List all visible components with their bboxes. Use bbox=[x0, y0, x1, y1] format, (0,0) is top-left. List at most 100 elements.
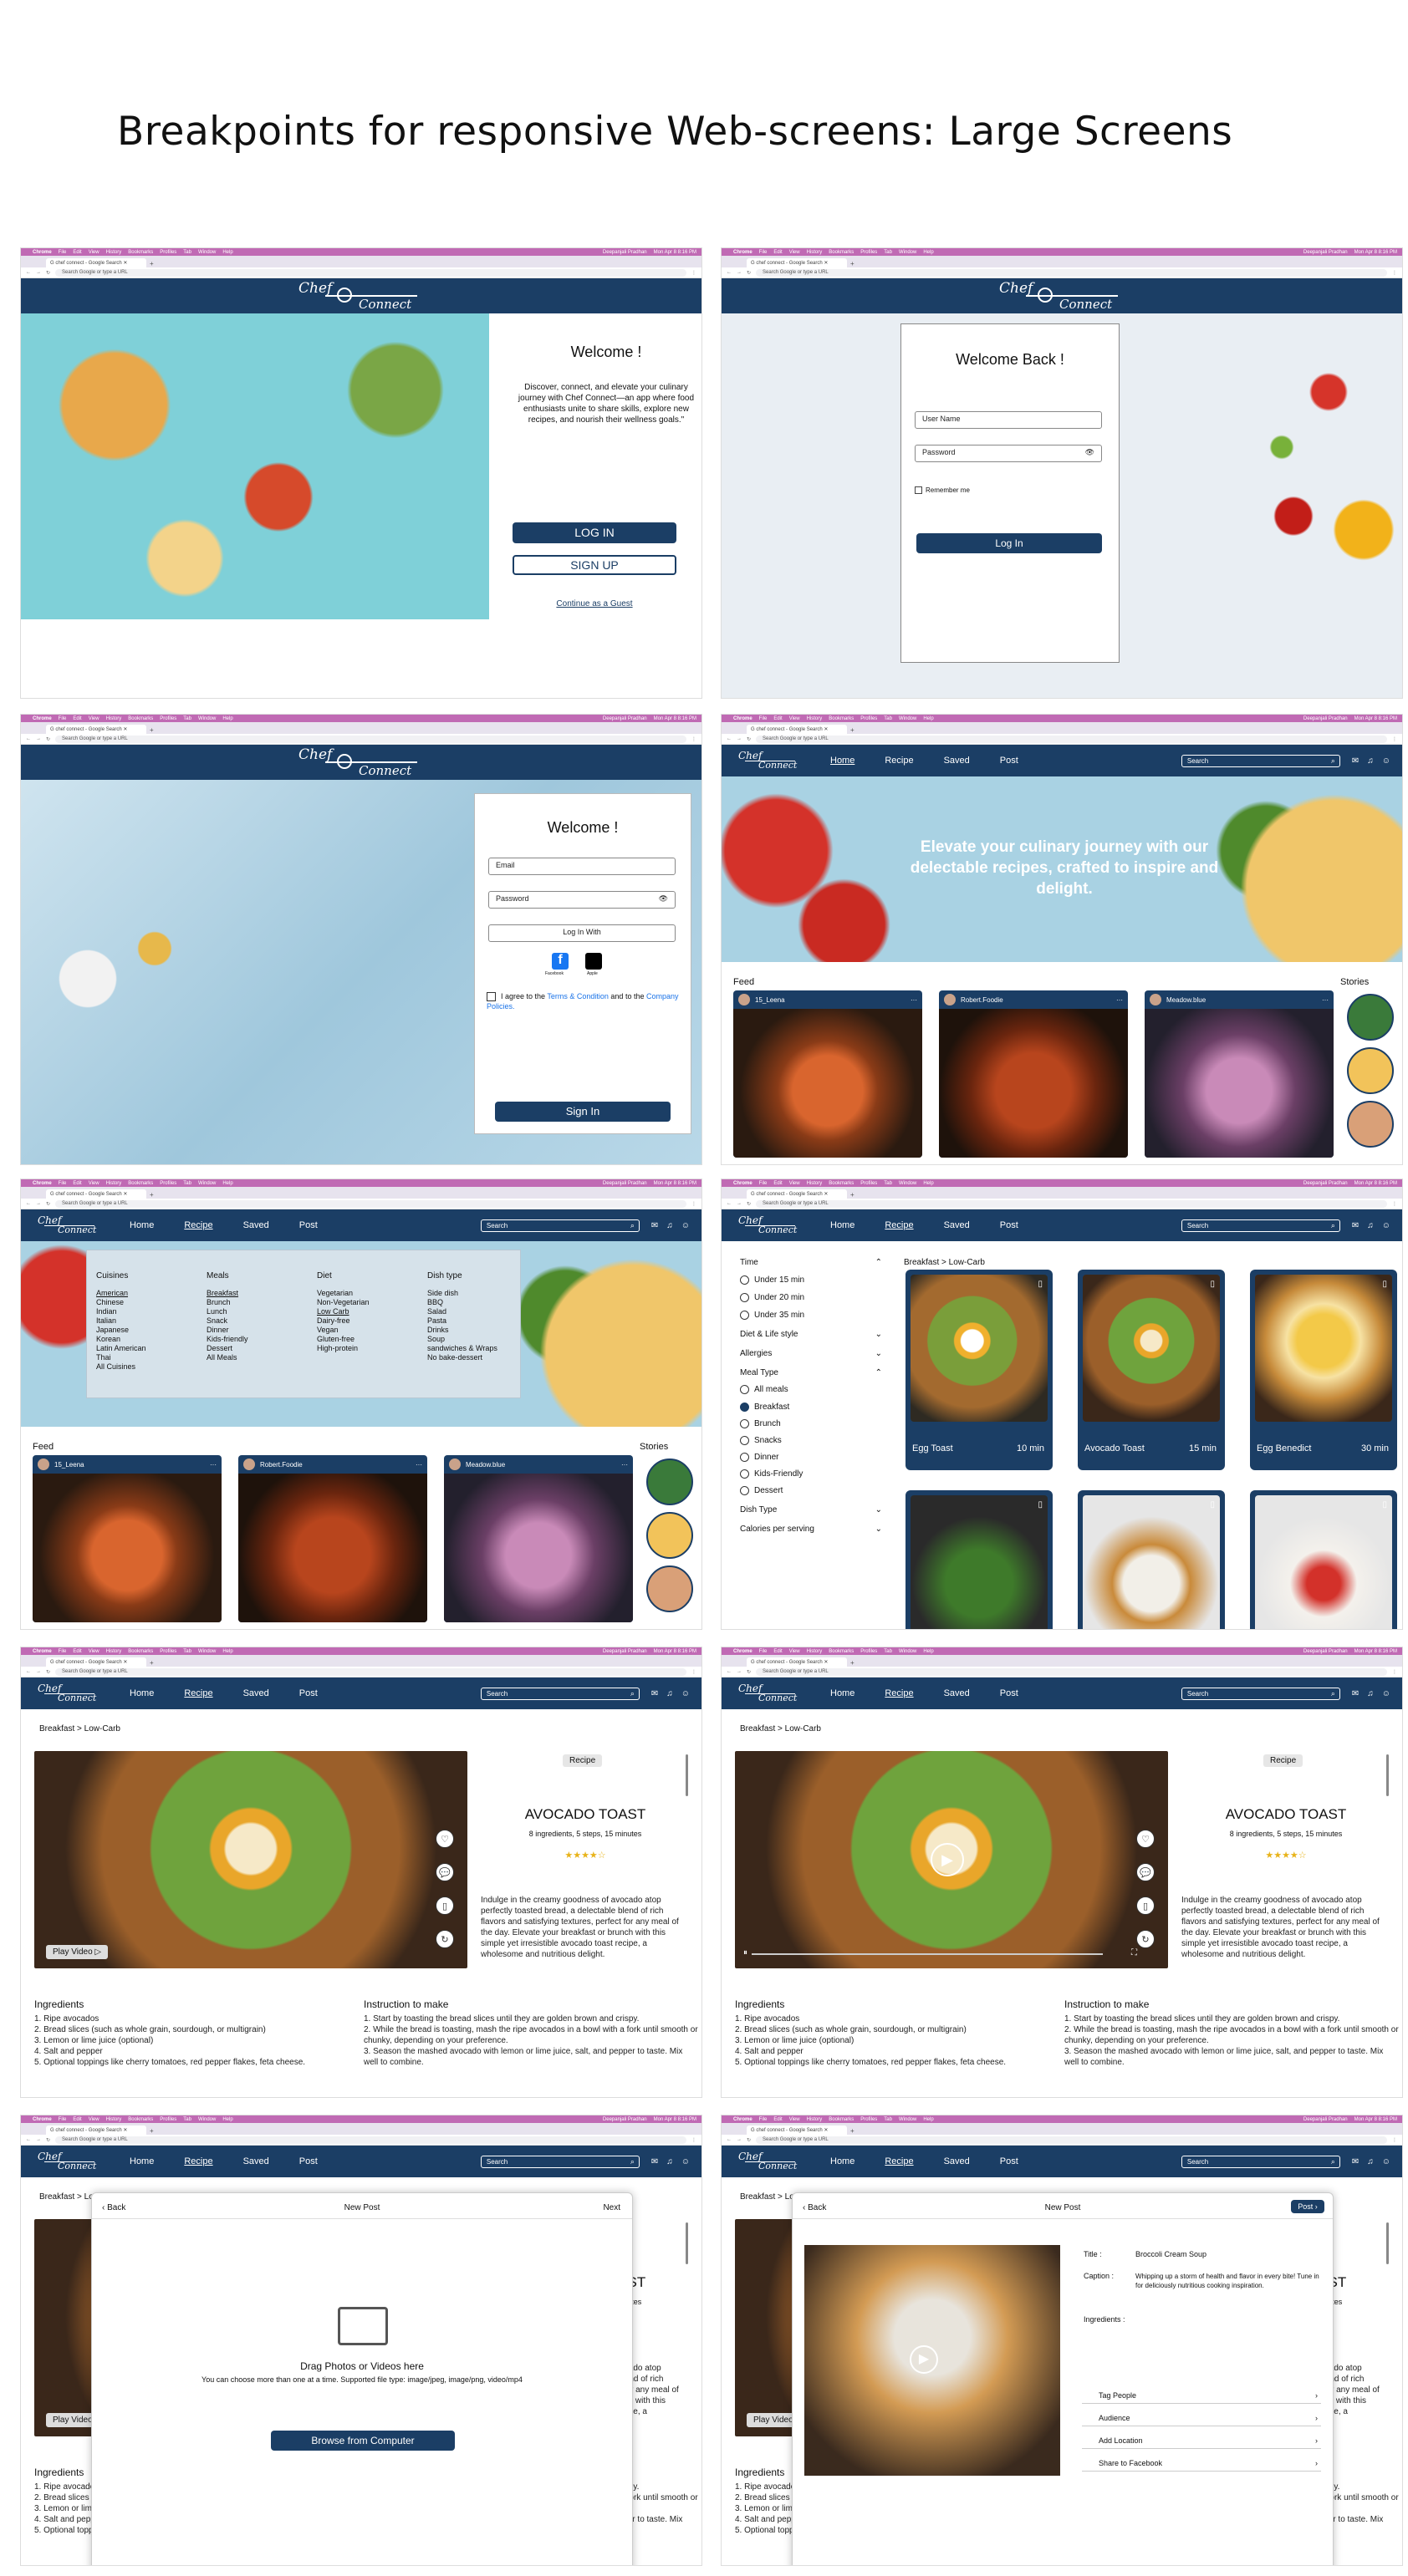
browser-tab[interactable]: G chef connect - Google Search ✕ bbox=[46, 2125, 146, 2135]
chat-icon[interactable]: ✉ bbox=[1352, 1689, 1359, 1698]
comment-icon[interactable]: 💬 bbox=[436, 1863, 454, 1881]
os-menu-item[interactable]: History bbox=[807, 716, 823, 721]
os-menu-item[interactable]: History bbox=[106, 250, 122, 255]
filter-option[interactable]: Dinner bbox=[740, 1452, 882, 1462]
reload-icon[interactable]: ↻ bbox=[747, 1669, 751, 1675]
os-menu-item[interactable]: Tab bbox=[183, 716, 191, 721]
username[interactable]: Meadow.blue bbox=[466, 1461, 505, 1469]
recipe-card[interactable]: ▯ Egg Benedict 30 min bbox=[1250, 1270, 1397, 1470]
os-menu-item[interactable]: Tab bbox=[884, 716, 892, 721]
feed-card[interactable]: Robert.Foodie ··· bbox=[939, 990, 1128, 1158]
chat-icon[interactable]: ✉ bbox=[1352, 1221, 1359, 1230]
feed-card[interactable]: 15_Leena ··· bbox=[733, 990, 922, 1158]
scrollbar[interactable] bbox=[686, 1754, 688, 1796]
chat-icon[interactable]: ✉ bbox=[1352, 756, 1359, 766]
nav-item-home[interactable]: Home bbox=[830, 756, 854, 766]
os-menu-item[interactable]: Window bbox=[198, 716, 216, 721]
os-menu-item[interactable]: Edit bbox=[773, 250, 782, 255]
nav-item-saved[interactable]: Saved bbox=[243, 1688, 269, 1698]
back-icon[interactable]: ← bbox=[26, 1201, 31, 1206]
video-progress[interactable] bbox=[752, 1953, 1103, 1955]
nav-item-post[interactable]: Post bbox=[299, 1220, 318, 1230]
os-menu-item[interactable]: History bbox=[807, 1649, 823, 1654]
menu-link[interactable]: Gluten-free bbox=[317, 1335, 370, 1344]
logo[interactable]: Chef Connect bbox=[298, 746, 424, 778]
scrollbar[interactable] bbox=[686, 2222, 688, 2264]
avatar[interactable] bbox=[243, 1459, 255, 1470]
bookmark-icon[interactable]: ▯ bbox=[436, 1896, 454, 1915]
story-avatar[interactable] bbox=[646, 1512, 693, 1559]
os-menu-item[interactable]: Tab bbox=[183, 1181, 191, 1186]
menu-icon[interactable]: ⋮ bbox=[691, 1669, 696, 1675]
os-menu-item[interactable]: Window bbox=[198, 250, 216, 255]
logo[interactable]: Chef Connect bbox=[999, 280, 1125, 312]
new-tab-icon[interactable]: + bbox=[150, 2127, 154, 2135]
username[interactable]: 15_Leena bbox=[755, 996, 785, 1004]
new-tab-icon[interactable]: + bbox=[150, 726, 154, 734]
chevron-right-icon[interactable]: › bbox=[1315, 2410, 1318, 2426]
os-menu-item[interactable]: Bookmarks bbox=[128, 250, 153, 255]
fullscreen-icon[interactable]: ⛶ bbox=[1131, 1948, 1137, 1957]
title-value[interactable]: Broccoli Cream Soup bbox=[1135, 2250, 1206, 2258]
bookmark-icon[interactable]: ▯ bbox=[1136, 1896, 1155, 1915]
avatar[interactable] bbox=[944, 994, 956, 1005]
chevron-right-icon[interactable]: › bbox=[1315, 2387, 1318, 2404]
os-menu-item[interactable]: Help bbox=[923, 250, 933, 255]
os-menu-item[interactable]: Tab bbox=[884, 250, 892, 255]
chat-icon[interactable]: ✉ bbox=[1352, 2157, 1359, 2166]
menu-icon[interactable]: ⋮ bbox=[1392, 270, 1397, 276]
os-menu-item[interactable]: Edit bbox=[73, 716, 81, 721]
profile-icon[interactable]: ☺ bbox=[681, 1221, 690, 1230]
browser-tab[interactable]: G chef connect - Google Search ✕ bbox=[747, 1657, 847, 1667]
nav-item-saved[interactable]: Saved bbox=[944, 1220, 970, 1230]
play-video-button[interactable]: Play Video ▷ bbox=[46, 1945, 109, 1959]
avatar[interactable] bbox=[738, 994, 750, 1005]
bell-icon[interactable]: ♫ bbox=[666, 2157, 673, 2166]
bookmark-icon[interactable]: ▯ bbox=[1038, 1500, 1043, 1509]
os-menu-item[interactable]: Window bbox=[899, 2117, 916, 2122]
forward-icon[interactable]: → bbox=[36, 2137, 41, 2142]
reload-icon[interactable]: ↻ bbox=[747, 1201, 751, 1207]
nav-item-recipe[interactable]: Recipe bbox=[885, 1688, 913, 1698]
os-menu-item[interactable]: Bookmarks bbox=[128, 716, 153, 721]
menu-link[interactable]: American bbox=[96, 1289, 146, 1298]
back-icon[interactable]: ← bbox=[26, 270, 31, 275]
recipe-card[interactable]: ▯ Egg Toast 10 min bbox=[906, 1270, 1053, 1470]
forward-icon[interactable]: → bbox=[36, 1201, 41, 1206]
os-menu-item[interactable]: Window bbox=[198, 1649, 216, 1654]
share-icon[interactable]: ↻ bbox=[436, 1930, 454, 1948]
story-avatar[interactable] bbox=[1347, 1047, 1394, 1094]
sign-in-button[interactable]: Sign In bbox=[495, 1102, 671, 1122]
recipe-card[interactable]: ▯ bbox=[1250, 1490, 1397, 1629]
menu-link[interactable]: Indian bbox=[96, 1307, 146, 1316]
search-icon[interactable]: ⌕ bbox=[630, 2157, 635, 2166]
back-icon[interactable]: ← bbox=[727, 1201, 732, 1206]
filter-option[interactable]: Under 35 min bbox=[740, 1311, 882, 1320]
os-menu-item[interactable]: File bbox=[759, 250, 768, 255]
reload-icon[interactable]: ↻ bbox=[46, 1669, 50, 1675]
radio[interactable] bbox=[740, 1311, 749, 1321]
radio[interactable] bbox=[740, 1275, 749, 1285]
logo[interactable]: Chef Connect bbox=[33, 2149, 99, 2174]
menu-link[interactable]: Snack bbox=[207, 1316, 248, 1326]
nav-item-home[interactable]: Home bbox=[830, 2156, 854, 2166]
search-icon[interactable]: ⌕ bbox=[1331, 1689, 1335, 1698]
os-menu-item[interactable]: File bbox=[759, 1181, 768, 1186]
back-icon[interactable]: ← bbox=[727, 270, 732, 275]
browser-tab[interactable]: G chef connect - Google Search ✕ bbox=[46, 258, 146, 267]
os-menu-item[interactable]: File bbox=[759, 1649, 768, 1654]
logo[interactable]: Chef Connect bbox=[733, 1681, 800, 1706]
nav-item-recipe[interactable]: Recipe bbox=[885, 756, 913, 766]
menu-link[interactable]: Non-Vegetarian bbox=[317, 1298, 370, 1307]
os-menu-item[interactable]: Edit bbox=[73, 1181, 81, 1186]
forward-icon[interactable]: → bbox=[737, 1669, 742, 1674]
story-avatar[interactable] bbox=[1347, 994, 1394, 1041]
menu-link[interactable]: Dinner bbox=[207, 1326, 248, 1335]
back-icon[interactable]: ← bbox=[26, 736, 31, 741]
radio[interactable] bbox=[740, 1435, 749, 1445]
bell-icon[interactable]: ♫ bbox=[666, 1689, 673, 1698]
bell-icon[interactable]: ♫ bbox=[1367, 1689, 1374, 1698]
search-input[interactable]: Search ⌕ bbox=[1181, 1219, 1340, 1232]
menu-link[interactable]: Dairy-free bbox=[317, 1316, 370, 1326]
more-icon[interactable]: ··· bbox=[210, 1461, 217, 1469]
